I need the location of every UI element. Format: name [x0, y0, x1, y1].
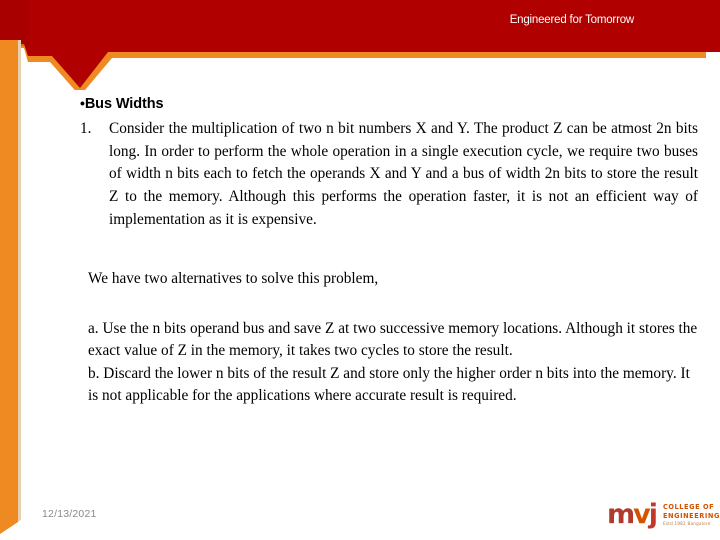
logo-letter-m: m: [607, 499, 635, 530]
list-item: Consider the multiplication of two n bit…: [80, 118, 698, 228]
logo-letter-v: v: [633, 499, 651, 530]
mvj-logo: mvj COLLEGE OF ENGINEERING Estd 1982 Ban…: [607, 499, 720, 534]
paragraph-block: We have two alternatives to solve this p…: [44, 268, 698, 408]
logo-line-engineering: ENGINEERING: [663, 511, 720, 520]
intro-paragraph: We have two alternatives to solve this p…: [88, 269, 379, 287]
header-tagline: Engineered for Tomorrow: [509, 14, 635, 26]
logo-wordmark: mvj: [607, 499, 658, 530]
alternative-a: a. Use the n bits operand bus and save Z…: [88, 320, 698, 360]
slide-content: •Bus Widths Consider the multiplication …: [44, 96, 698, 408]
left-orange-spine: [0, 40, 21, 534]
numbered-list: Consider the multiplication of two n bit…: [44, 118, 698, 232]
logo-line-college: COLLEGE OF: [663, 503, 715, 511]
content-title-text: Bus Widths: [84, 96, 164, 112]
spine-edge: [18, 40, 21, 522]
alternative-b: b. Discard the lower n bits of the resul…: [88, 364, 690, 405]
logo-line-tagline: Estd 1982 Bangalore: [663, 520, 711, 526]
header-banner-shade: [0, 0, 30, 46]
footer-date: 12/13/2021: [42, 508, 97, 520]
logo-lockup-text: COLLEGE OF ENGINEERING Estd 1982 Bangalo…: [663, 503, 720, 527]
spine-bar: [0, 40, 18, 534]
slide: Engineered for Tomorrow •Bus Widths Cons…: [0, 0, 720, 540]
header-accent-stripe: [0, 42, 706, 90]
logo-letter-j: j: [648, 499, 658, 530]
content-title: •Bus Widths: [80, 96, 698, 112]
